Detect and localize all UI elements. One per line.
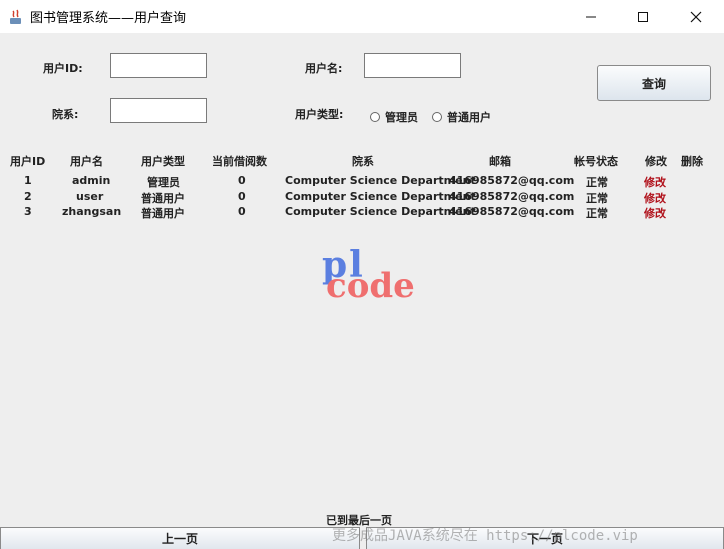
cell-username: admin — [72, 174, 111, 187]
header-account-status: 帐号状态 — [574, 155, 618, 168]
cell-department: Computer Science Department — [285, 190, 476, 203]
header-user-id: 用户ID — [10, 155, 46, 168]
cell-user-id: 2 — [24, 190, 32, 203]
header-delete: 删除 — [681, 155, 703, 168]
cell-email: 416985872@qq.com — [449, 174, 575, 187]
radio-circle-icon — [432, 112, 442, 122]
user-id-label: 用户ID: — [43, 62, 83, 75]
java-app-icon — [8, 9, 24, 25]
cell-borrowed: 0 — [238, 205, 246, 218]
minimize-button[interactable] — [568, 0, 614, 33]
user-id-input[interactable] — [110, 53, 207, 78]
radio-normal-user-label: 普通用户 — [447, 111, 491, 124]
cell-status: 正常 — [586, 192, 608, 205]
edit-link[interactable]: 修改 — [644, 174, 666, 190]
cell-department: Computer Science Department — [285, 174, 476, 187]
header-edit: 修改 — [645, 155, 667, 168]
cell-user-type: 管理员 — [147, 176, 180, 189]
cell-user-type: 普通用户 — [141, 207, 185, 220]
title-bar: 图书管理系统——用户查询 — [0, 0, 724, 33]
username-label: 用户名: — [305, 62, 343, 75]
header-borrowed-count: 当前借阅数 — [212, 155, 267, 168]
logo-text-code: code — [326, 266, 415, 306]
cell-status: 正常 — [586, 176, 608, 189]
plcode-logo: pl code — [320, 244, 420, 310]
department-label: 院系: — [52, 108, 79, 121]
cell-email: 416985872@qq.com — [449, 205, 575, 218]
cell-email: 416985872@qq.com — [449, 190, 575, 203]
cell-borrowed: 0 — [238, 190, 246, 203]
radio-admin-label: 管理员 — [385, 111, 418, 124]
close-button[interactable] — [673, 0, 719, 33]
username-input[interactable] — [364, 53, 461, 78]
cell-user-type: 普通用户 — [141, 192, 185, 205]
cell-user-id: 3 — [24, 205, 32, 218]
header-user-type: 用户类型 — [141, 155, 185, 168]
maximize-button[interactable] — [620, 0, 666, 33]
window-title: 图书管理系统——用户查询 — [30, 11, 187, 26]
prev-page-button[interactable]: 上一页 — [0, 527, 360, 549]
user-type-label: 用户类型: — [295, 108, 344, 121]
cell-username: zhangsan — [62, 205, 122, 218]
cell-status: 正常 — [586, 207, 608, 220]
radio-admin[interactable]: 管理员 — [370, 109, 418, 125]
department-input[interactable] — [110, 98, 207, 123]
cell-department: Computer Science Department — [285, 205, 476, 218]
query-button[interactable]: 查询 — [597, 65, 711, 101]
cell-user-id: 1 — [24, 174, 32, 187]
header-department: 院系 — [352, 155, 374, 168]
edit-link[interactable]: 修改 — [644, 190, 666, 206]
watermark-text: 更多成品JAVA系统尽在 https://plcode.vip — [332, 528, 638, 544]
cell-borrowed: 0 — [238, 174, 246, 187]
header-email: 邮箱 — [489, 155, 511, 168]
radio-circle-icon — [370, 112, 380, 122]
radio-normal-user[interactable]: 普通用户 — [432, 109, 491, 125]
cell-username: user — [76, 190, 104, 203]
header-username: 用户名 — [70, 155, 103, 168]
edit-link[interactable]: 修改 — [644, 205, 666, 221]
